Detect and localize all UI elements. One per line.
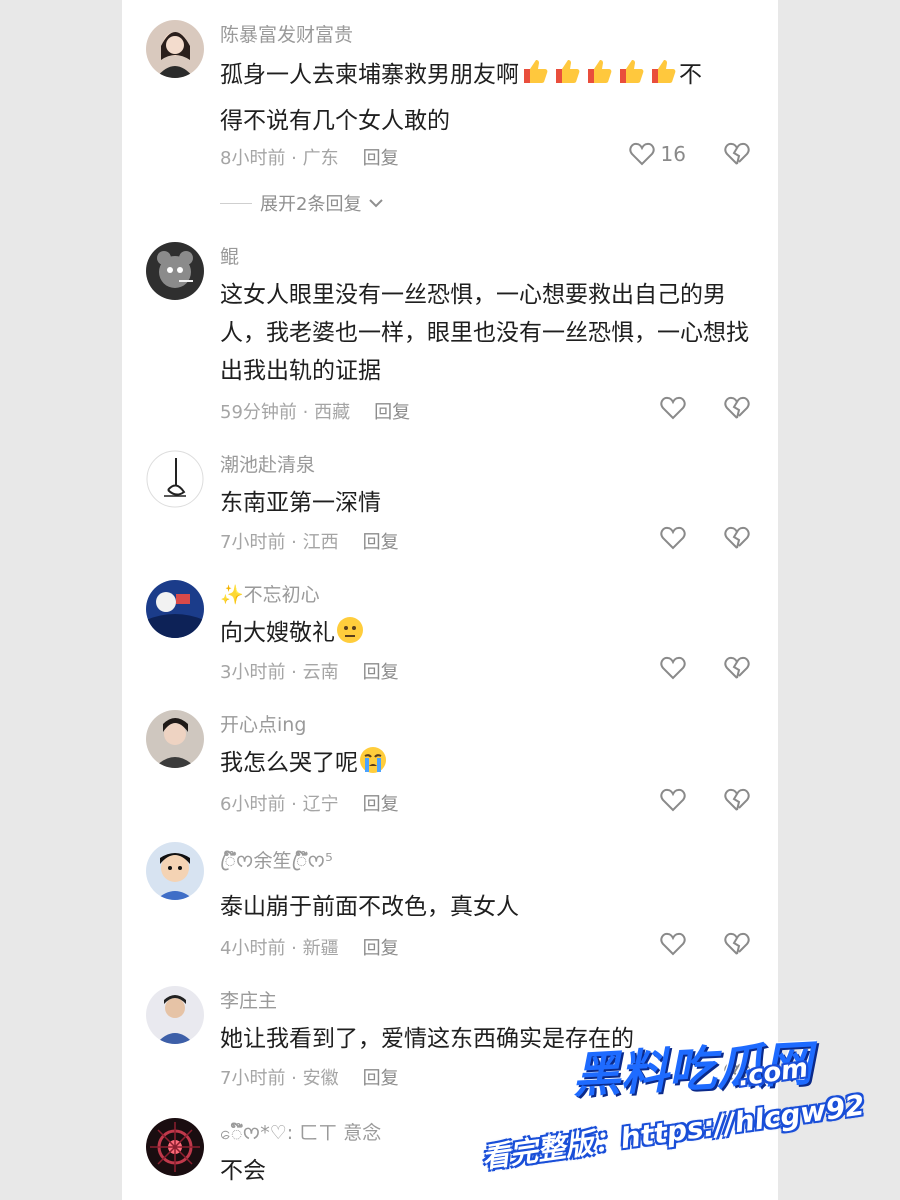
comment-time-location: 4小时前 · 新疆: [220, 938, 339, 959]
avatar[interactable]: [146, 20, 204, 78]
comment-text-part: 我怎么哭了呢: [220, 750, 358, 776]
like-button[interactable]: [660, 396, 686, 420]
like-button[interactable]: [660, 788, 686, 812]
dislike-button[interactable]: [724, 788, 750, 816]
username[interactable]: 鲲: [220, 242, 239, 269]
broken-heart-icon: [724, 142, 750, 165]
dislike-button[interactable]: [724, 142, 750, 170]
heart-icon: [660, 526, 686, 550]
comment-time-location: 3小时前 · 云南: [220, 662, 339, 683]
thumbs-up-icon: [616, 56, 646, 100]
expand-replies-button[interactable]: 展开2条回复: [220, 190, 384, 216]
reply-button[interactable]: 回复: [374, 402, 410, 423]
comment-text-part: 孤身一人去柬埔寨救男朋友啊: [220, 62, 519, 88]
username[interactable]: ꦿ໌໊ᰔ余笙ꦿ໌໊ᰔ⁵: [220, 846, 333, 885]
comment-time-location: 8小时前 · 广东: [220, 148, 339, 169]
reply-button[interactable]: 回复: [363, 794, 399, 815]
crying-face-icon: [359, 746, 387, 786]
like-button[interactable]: [660, 656, 686, 680]
divider: [220, 202, 252, 204]
dislike-button[interactable]: [724, 396, 750, 424]
broken-heart-icon: [724, 788, 750, 811]
chevron-down-icon: [369, 199, 384, 208]
reply-button[interactable]: 回复: [363, 148, 399, 169]
reply-button[interactable]: 回复: [363, 1068, 399, 1089]
comment-text: 我怎么哭了呢: [220, 744, 760, 786]
broken-heart-icon: [724, 656, 750, 679]
avatar[interactable]: [146, 1118, 204, 1176]
broken-heart-icon: [724, 932, 750, 955]
reply-button[interactable]: 回复: [363, 532, 399, 553]
comment-meta: 8小时前 · 广东 回复: [220, 144, 399, 170]
username[interactable]: 潮池赴清泉: [220, 450, 315, 477]
comment-time-location: 59分钟前 · 西藏: [220, 402, 351, 423]
comment-meta: 7小时前 · 江西 回复: [220, 528, 399, 554]
dislike-button[interactable]: [724, 932, 750, 960]
comment-time-location: 7小时前 · 江西: [220, 532, 339, 553]
like-count: 16: [660, 142, 686, 166]
comment-meta: 7小时前 · 安徽 回复: [220, 1064, 399, 1090]
broken-heart-icon: [724, 526, 750, 549]
comment-text-part: 不: [679, 62, 702, 88]
comment-meta: 59分钟前 · 西藏 回复: [220, 398, 410, 424]
broken-heart-icon: [724, 396, 750, 419]
username[interactable]: 陈暴富发财富贵: [220, 20, 353, 47]
like-button[interactable]: 16: [628, 142, 686, 166]
avatar[interactable]: [146, 710, 204, 768]
username[interactable]: ✨不忘初心: [220, 580, 320, 607]
expand-replies-label: 展开2条回复: [260, 194, 362, 215]
heart-icon: [660, 396, 686, 420]
comment-text-part: 得不说有几个女人敢的: [220, 108, 450, 134]
dislike-button[interactable]: [724, 526, 750, 554]
reply-button[interactable]: 回复: [363, 662, 399, 683]
avatar[interactable]: [146, 450, 204, 508]
comment-time-location: 6小时前 · 辽宁: [220, 794, 339, 815]
heart-icon: [660, 932, 686, 956]
comment-text: 东南亚第一深情: [220, 490, 381, 516]
reply-button[interactable]: 回复: [363, 938, 399, 959]
comment-text: 这女人眼里没有一丝恐惧，一心想要救出自己的男人，我老婆也一样，眼里也没有一丝恐惧…: [220, 282, 749, 384]
username[interactable]: 李庄主: [220, 986, 277, 1013]
thumbs-up-icon: [520, 56, 550, 100]
thumbs-up-icon: [552, 56, 582, 100]
comment-meta: 3小时前 · 云南 回复: [220, 658, 399, 684]
comment-time-location: 7小时前 · 安徽: [220, 1068, 339, 1089]
comment-panel: 陈暴富发财富贵 孤身一人去柬埔寨救男朋友啊 不 得不说有几个女人敢的 8小时前 ·…: [122, 0, 778, 1200]
thumbs-up-icon: [584, 56, 614, 100]
heart-icon: [628, 142, 655, 166]
username[interactable]: ေ໌໊ᰔ*♡: ㄈㄒ 意念: [220, 1118, 381, 1149]
dislike-button[interactable]: [724, 656, 750, 684]
comment-text: 泰山崩于前面不改色，真女人: [220, 894, 519, 920]
avatar[interactable]: [146, 986, 204, 1044]
neutral-face-icon: [336, 616, 364, 656]
avatar[interactable]: [146, 580, 204, 638]
comment-meta: 6小时前 · 辽宁 回复: [220, 790, 399, 816]
like-button[interactable]: [660, 526, 686, 550]
thumbs-up-icon: [648, 56, 678, 100]
comment-text-part: 向大嫂敬礼: [220, 620, 335, 646]
comment-text: 孤身一人去柬埔寨救男朋友啊 不 得不说有几个女人敢的: [220, 54, 760, 142]
comment-text: 向大嫂敬礼: [220, 614, 760, 656]
username[interactable]: 开心点ing: [220, 710, 306, 737]
heart-icon: [660, 656, 686, 680]
heart-icon: [660, 788, 686, 812]
avatar[interactable]: [146, 242, 204, 300]
avatar[interactable]: [146, 842, 204, 900]
like-button[interactable]: [660, 932, 686, 956]
comment-meta: 4小时前 · 新疆 回复: [220, 934, 399, 960]
